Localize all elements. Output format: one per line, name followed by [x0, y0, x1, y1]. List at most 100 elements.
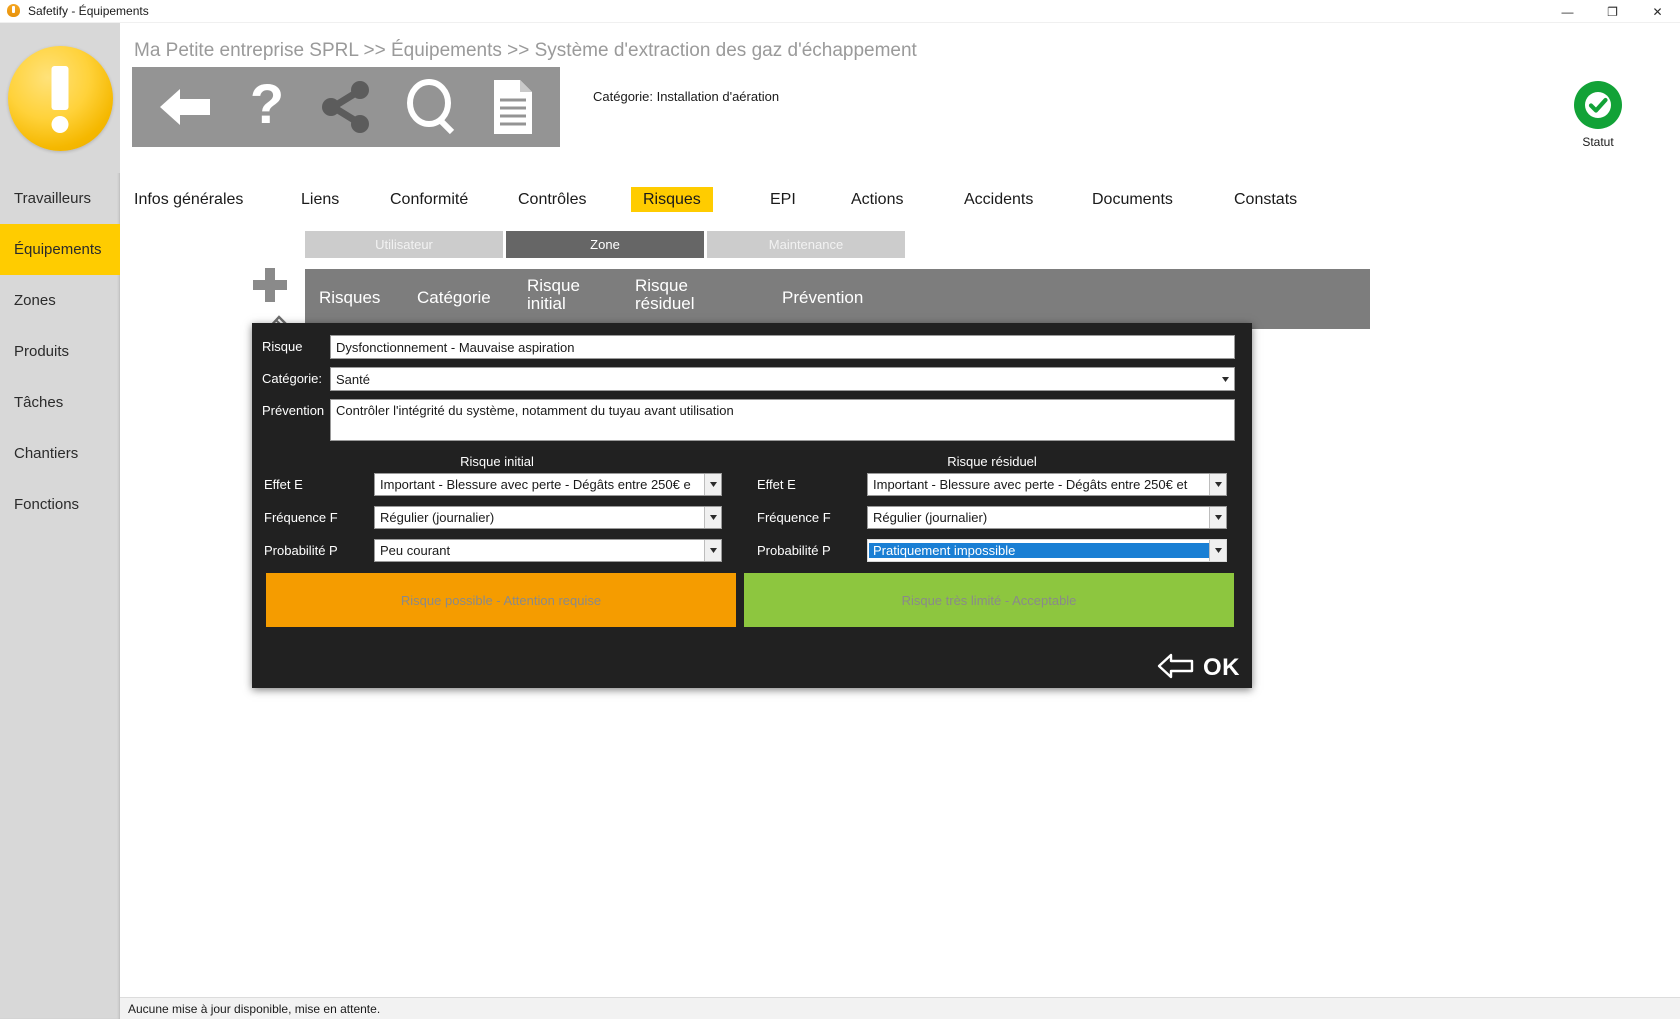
check-circle-icon: [1574, 81, 1622, 129]
column-header-risque-initial: Risque initial: [527, 277, 597, 313]
tab-bar: Infos générales Liens Conformité Contrôl…: [134, 187, 1574, 214]
field-prevention-label: Prévention: [262, 399, 330, 418]
sidebar-item-equipements[interactable]: Équipements: [0, 224, 120, 275]
effet-initial-combo[interactable]: Important - Blessure avec perte - Dégâts…: [374, 473, 722, 496]
maximize-button[interactable]: ❐: [1590, 0, 1635, 23]
chevron-down-icon[interactable]: [704, 540, 721, 561]
sidebar-item-zones[interactable]: Zones: [0, 275, 120, 326]
risk-result-residuel: Risque très limité - Acceptable: [744, 573, 1234, 627]
ok-button[interactable]: OK: [1157, 653, 1240, 682]
status-bar: Aucune mise à jour disponible, mise en a…: [120, 997, 1680, 1019]
minimize-button[interactable]: —: [1545, 0, 1590, 23]
back-arrow-icon: [1157, 653, 1195, 682]
chevron-down-icon[interactable]: [704, 507, 721, 528]
field-frequence-initial-label: Fréquence F: [264, 506, 374, 525]
section-title-risque-residuel: Risque résiduel: [757, 454, 1227, 469]
close-button[interactable]: ✕: [1635, 0, 1680, 23]
subtab-maintenance[interactable]: Maintenance: [707, 231, 905, 258]
ok-button-label: OK: [1203, 654, 1240, 682]
tab-infos-generales[interactable]: Infos générales: [134, 187, 243, 212]
back-icon[interactable]: [156, 85, 214, 129]
tab-risques[interactable]: Risques: [631, 187, 713, 212]
probabilite-residuel-value: Pratiquement impossible: [869, 543, 1209, 558]
help-icon[interactable]: ?: [247, 79, 287, 135]
probabilite-initial-combo[interactable]: Peu courant: [374, 539, 722, 562]
sidebar-item-label: Zones: [14, 292, 56, 309]
toolbar: ?: [132, 67, 560, 147]
field-frequence-residuel: Fréquence F Régulier (journalier): [757, 506, 1227, 529]
subtab-zone[interactable]: Zone: [506, 231, 704, 258]
frequence-initial-value: Régulier (journalier): [375, 510, 704, 525]
sidebar-item-label: Travailleurs: [14, 190, 91, 207]
field-effet-initial: Effet E Important - Blessure avec perte …: [264, 473, 722, 496]
window-titlebar: Safetify - Équipements — ❐ ✕: [0, 0, 1680, 23]
risk-result-initial: Risque possible - Attention requise: [266, 573, 736, 627]
probabilite-residuel-combo[interactable]: Pratiquement impossible: [867, 539, 1227, 562]
field-probabilite-residuel: Probabilité P Pratiquement impossible: [757, 539, 1227, 562]
field-probabilite-initial: Probabilité P Peu courant: [264, 539, 722, 562]
chevron-down-icon[interactable]: [1217, 368, 1234, 390]
chevron-down-icon[interactable]: [704, 474, 721, 495]
field-effet-residuel: Effet E Important - Blessure avec perte …: [757, 473, 1227, 496]
field-probabilite-residuel-label: Probabilité P: [757, 539, 867, 558]
risque-input[interactable]: [330, 335, 1235, 359]
effet-residuel-combo[interactable]: Important - Blessure avec perte - Dégâts…: [867, 473, 1227, 496]
status-bar-message: Aucune mise à jour disponible, mise en a…: [128, 1002, 380, 1016]
section-title-risque-initial: Risque initial: [262, 454, 732, 469]
sidebar: Travailleurs Équipements Zones Produits …: [0, 23, 120, 1019]
effet-residuel-value: Important - Blessure avec perte - Dégâts…: [868, 477, 1209, 492]
risk-result-initial-label: Risque possible - Attention requise: [401, 593, 601, 608]
field-risque: Risque: [262, 335, 1235, 359]
column-header-risque-residuel: Risque résiduel: [635, 277, 715, 313]
frequence-initial-combo[interactable]: Régulier (journalier): [374, 506, 722, 529]
safetify-logo: [0, 23, 120, 173]
search-icon[interactable]: [405, 79, 457, 135]
tab-controles[interactable]: Contrôles: [518, 187, 586, 212]
field-categorie: Catégorie: Santé: [262, 367, 1235, 391]
sidebar-item-produits[interactable]: Produits: [0, 326, 120, 377]
tab-epi[interactable]: EPI: [770, 187, 796, 212]
field-frequence-initial: Fréquence F Régulier (journalier): [264, 506, 722, 529]
field-effet-residuel-label: Effet E: [757, 473, 867, 492]
share-icon[interactable]: [319, 81, 373, 133]
window-title: Safetify - Équipements: [28, 4, 149, 18]
chevron-down-icon[interactable]: [1209, 507, 1226, 528]
categorie-combo[interactable]: Santé: [330, 367, 1235, 391]
tab-documents[interactable]: Documents: [1092, 187, 1173, 212]
category-line: Catégorie: Installation d'aération: [593, 89, 779, 104]
column-header-risques: Risques: [319, 289, 380, 307]
field-probabilite-initial-label: Probabilité P: [264, 539, 374, 558]
sidebar-item-label: Fonctions: [14, 496, 79, 513]
chevron-down-icon[interactable]: [1209, 474, 1226, 495]
chevron-down-icon[interactable]: [1209, 540, 1226, 561]
status-badge[interactable]: Statut: [1574, 81, 1622, 149]
tab-actions[interactable]: Actions: [851, 187, 903, 212]
sidebar-item-label: Produits: [14, 343, 69, 360]
tab-constats[interactable]: Constats: [1234, 187, 1297, 212]
subtab-utilisateur[interactable]: Utilisateur: [305, 231, 503, 258]
prevention-textarea[interactable]: [330, 399, 1235, 441]
status-badge-label: Statut: [1582, 135, 1613, 149]
sidebar-item-travailleurs[interactable]: Travailleurs: [0, 173, 120, 224]
column-header-categorie: Catégorie: [417, 289, 491, 307]
frequence-residuel-combo[interactable]: Régulier (journalier): [867, 506, 1227, 529]
window-controls: — ❐ ✕: [1545, 0, 1680, 23]
app-icon: [7, 4, 21, 18]
field-prevention: Prévention: [262, 399, 1235, 441]
field-risque-label: Risque: [262, 335, 330, 354]
svg-text:?: ?: [249, 79, 283, 135]
main-content: Ma Petite entreprise SPRL >> Équipements…: [120, 23, 1680, 1019]
tab-conformite[interactable]: Conformité: [390, 187, 468, 212]
tab-liens[interactable]: Liens: [301, 187, 339, 212]
risks-table-header: Risques Catégorie Risque initial Risque …: [305, 269, 1370, 329]
document-icon[interactable]: [490, 78, 536, 136]
sidebar-item-label: Équipements: [14, 241, 102, 258]
tab-accidents[interactable]: Accidents: [964, 187, 1033, 212]
sidebar-item-label: Tâches: [14, 394, 63, 411]
sidebar-item-chantiers[interactable]: Chantiers: [0, 428, 120, 479]
field-effet-initial-label: Effet E: [264, 473, 374, 492]
sidebar-item-taches[interactable]: Tâches: [0, 377, 120, 428]
sidebar-item-fonctions[interactable]: Fonctions: [0, 479, 120, 530]
column-header-prevention: Prévention: [782, 289, 863, 307]
add-icon[interactable]: [251, 266, 289, 309]
